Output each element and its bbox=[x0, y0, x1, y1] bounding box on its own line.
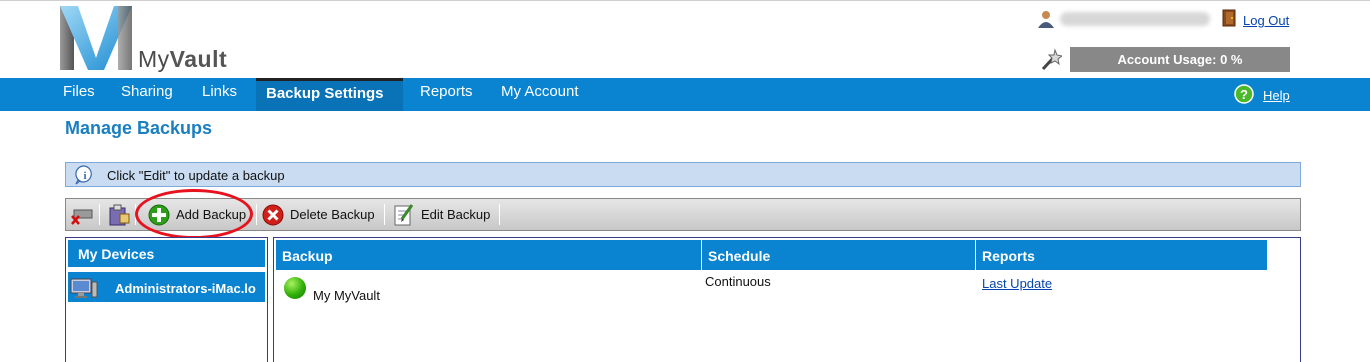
edit-backup-label: Edit Backup bbox=[421, 207, 491, 222]
device-item[interactable]: Administrators-iMac.lo bbox=[68, 272, 265, 302]
table-header: Backup Schedule Reports bbox=[276, 240, 1268, 270]
myvault-logo[interactable]: MyVault bbox=[60, 6, 250, 72]
nav-my-account[interactable]: My Account bbox=[501, 78, 579, 111]
svg-text:?: ? bbox=[1240, 87, 1248, 102]
add-backup-button[interactable]: Add Backup bbox=[148, 199, 246, 230]
user-email-redacted bbox=[1060, 12, 1210, 26]
nav-links[interactable]: Links bbox=[202, 78, 237, 111]
toolbar-separator bbox=[256, 204, 257, 225]
backup-name: My MyVault bbox=[313, 288, 380, 303]
toolbar-separator bbox=[135, 204, 136, 225]
help-link[interactable]: Help bbox=[1263, 88, 1290, 103]
toolbar-separator bbox=[499, 204, 500, 225]
backup-schedule: Continuous bbox=[705, 274, 771, 289]
status-green-icon bbox=[284, 277, 306, 299]
column-header-reports: Reports bbox=[976, 240, 1268, 270]
svg-text:i: i bbox=[83, 170, 86, 182]
nav-backup-settings[interactable]: Backup Settings bbox=[256, 78, 403, 111]
backups-table: Backup Schedule Reports My MyVault Conti… bbox=[273, 237, 1301, 362]
logout-door-icon[interactable] bbox=[1222, 9, 1238, 27]
delete-backup-button[interactable]: Delete Backup bbox=[262, 199, 375, 230]
info-message: Click "Edit" to update a backup bbox=[107, 168, 285, 183]
edit-icon bbox=[394, 203, 414, 225]
brand-prefix: My bbox=[138, 46, 170, 72]
last-update-link[interactable]: Last Update bbox=[982, 276, 1052, 291]
user-icon bbox=[1038, 11, 1054, 28]
clipboard-icon bbox=[109, 204, 130, 225]
computer-icon bbox=[70, 278, 98, 298]
page-title: Manage Backups bbox=[65, 118, 213, 138]
toolbar-separator bbox=[384, 204, 385, 225]
remove-device-icon bbox=[71, 209, 93, 225]
remove-device-button[interactable] bbox=[70, 199, 94, 230]
logout-link[interactable]: Log Out bbox=[1243, 13, 1289, 28]
help-icon[interactable]: ? bbox=[1234, 84, 1254, 104]
delete-backup-label: Delete Backup bbox=[290, 207, 375, 222]
nav-files[interactable]: Files bbox=[63, 78, 95, 111]
main-nav: Files Sharing Links Backup Settings Repo… bbox=[0, 78, 1370, 111]
nav-sharing[interactable]: Sharing bbox=[121, 78, 173, 111]
account-usage-bar: Account Usage: 0 % bbox=[1070, 47, 1290, 72]
column-header-backup: Backup bbox=[276, 240, 702, 270]
clipboard-button[interactable] bbox=[108, 199, 130, 230]
logo-mark-icon bbox=[60, 6, 132, 70]
add-backup-label: Add Backup bbox=[176, 207, 247, 222]
delete-icon bbox=[262, 204, 284, 225]
toolbar-separator bbox=[99, 204, 100, 225]
nav-reports[interactable]: Reports bbox=[420, 78, 473, 111]
column-header-schedule: Schedule bbox=[702, 240, 976, 270]
devices-panel: My Devices Administrators-iMac.lo bbox=[65, 237, 268, 362]
backup-toolbar: Add Backup Delete Backup Edit Backup bbox=[65, 198, 1301, 231]
brand-name: MyVault bbox=[138, 46, 227, 73]
devices-header: My Devices bbox=[68, 240, 265, 267]
usage-wand-icon bbox=[1041, 48, 1062, 71]
info-bar: i Click "Edit" to update a backup bbox=[65, 162, 1301, 187]
top-border bbox=[0, 0, 1370, 1]
device-label: Administrators-iMac.lo bbox=[115, 281, 256, 296]
brand-suffix: Vault bbox=[169, 46, 228, 72]
add-icon bbox=[148, 204, 170, 225]
info-icon: i bbox=[75, 165, 92, 185]
edit-backup-button[interactable]: Edit Backup bbox=[393, 199, 490, 230]
